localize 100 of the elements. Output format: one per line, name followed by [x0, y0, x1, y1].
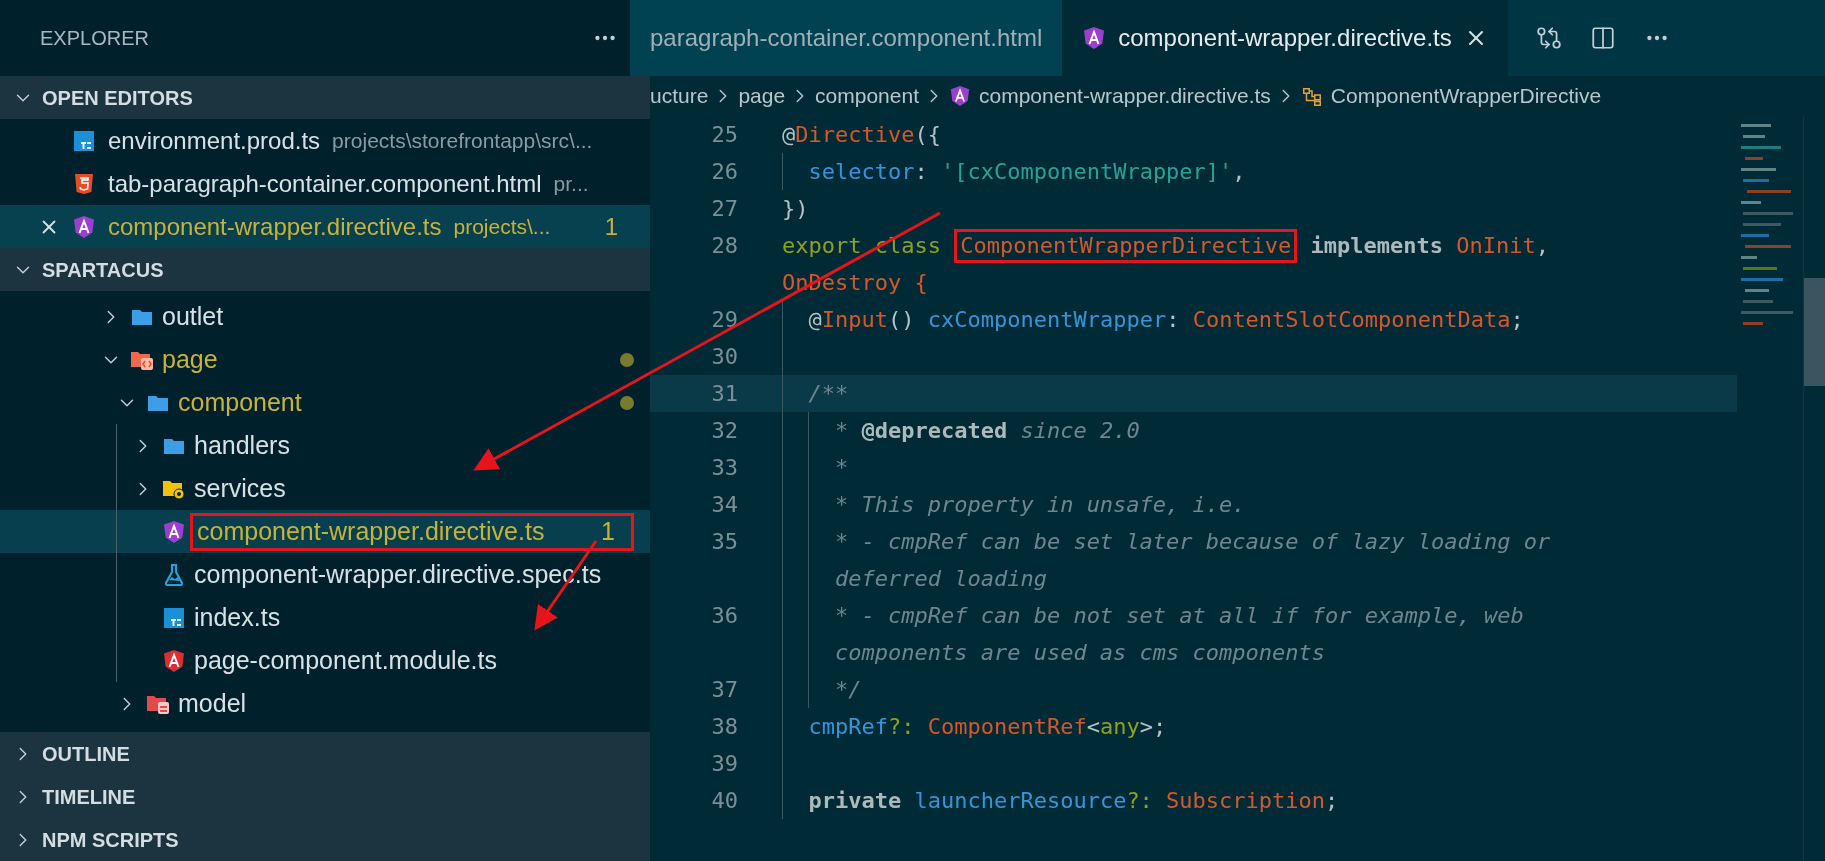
line-number: 32: [711, 418, 738, 443]
code-token: launcherResource: [914, 787, 1127, 815]
section-title: OUTLINE: [42, 741, 130, 767]
compare-icon[interactable]: [1535, 25, 1562, 51]
code-token: ComponentWrapperDirective: [960, 232, 1292, 260]
section-header[interactable]: SPARTACUS: [0, 248, 650, 291]
code-token: ,: [1535, 232, 1549, 260]
code-token: :: [914, 158, 929, 186]
code-token: private: [808, 787, 903, 815]
code-token: ComponentRef: [926, 713, 1087, 741]
file-path: projects\...: [453, 213, 551, 240]
breadcrumb-label: ComponentWrapperDirective: [1330, 83, 1602, 110]
line-number: 38: [711, 714, 738, 739]
section-header[interactable]: OPEN EDITORS: [0, 76, 650, 119]
file-name: handlers: [194, 429, 290, 461]
problem-count: 1: [601, 515, 616, 547]
file-name: component: [178, 386, 302, 418]
tree-item[interactable]: index.ts: [0, 596, 650, 639]
tree-item[interactable]: page: [0, 338, 650, 381]
code-token: Subscription: [1165, 787, 1326, 815]
code-token: @: [808, 306, 822, 334]
breadcrumb-item[interactable]: page: [738, 80, 786, 112]
file-path: pr...: [553, 170, 589, 197]
explorer-title: EXPLORER: [40, 26, 149, 51]
shield-icon: [162, 648, 186, 673]
line-number: 25: [711, 122, 738, 147]
file-name: page-component.module.ts: [194, 644, 497, 676]
file-name: component-wrapper.directive.ts: [197, 515, 545, 547]
editor-tab[interactable]: paragraph-container.component.html: [630, 0, 1063, 76]
file-name: component-wrapper.directive.ts: [108, 211, 442, 242]
section-header[interactable]: OUTLINE: [0, 732, 650, 775]
tree-item[interactable]: model: [0, 682, 650, 725]
line-number: 35: [711, 529, 738, 554]
code-token: ({: [914, 121, 941, 149]
code-token: cxComponentWrapper: [927, 306, 1167, 334]
breadcrumb-label: component-wrapper.directive.ts: [979, 83, 1271, 110]
file-name: services: [194, 472, 286, 504]
code-token: /**: [808, 380, 849, 408]
problem-count: 1: [604, 211, 619, 242]
code-token: >;: [1139, 713, 1167, 741]
code-token: ,: [1232, 158, 1246, 186]
file-name: model: [178, 687, 247, 719]
code-token: selector: [808, 158, 915, 186]
code-token: <: [1086, 713, 1100, 741]
code-token: *: [834, 454, 849, 482]
shield-icon: [1082, 26, 1107, 50]
code-token: * This property in unsafe, i.e.: [834, 491, 1246, 519]
typescript-file-icon: [162, 605, 186, 630]
code-token: '[cxComponentWrapper]': [940, 158, 1233, 186]
class-symbol-icon: [1300, 85, 1323, 107]
code-token: any: [1099, 713, 1140, 741]
line-number: 37: [711, 677, 738, 702]
breadcrumb-item[interactable]: ComponentWrapperDirective: [1300, 80, 1602, 112]
tree-item[interactable]: component: [0, 381, 650, 424]
breadcrumb-item[interactable]: component-wrapper.directive.ts: [949, 80, 1271, 112]
open-editor-item[interactable]: tab-paragraph-container.component.html pr...: [0, 162, 650, 205]
code-token: Input: [821, 306, 888, 334]
split-editor-icon[interactable]: [1589, 25, 1616, 51]
shield-icon: [949, 85, 971, 107]
editor-tab[interactable]: component-wrapper.directive.ts: [1062, 0, 1508, 76]
code-token: deferred loading: [834, 565, 1047, 593]
tab-label: component-wrapper.directive.ts: [1118, 23, 1452, 53]
file-name: environment.prod.ts: [108, 125, 321, 156]
code-token: @: [782, 121, 796, 149]
line-number: 28: [711, 233, 738, 258]
section-header[interactable]: NPM SCRIPTS: [0, 818, 650, 861]
line-number: 34: [711, 492, 738, 517]
line-number: 31: [711, 381, 738, 406]
line-number: 27: [711, 196, 738, 221]
code-token: (): [887, 306, 916, 334]
tree-item[interactable]: outlet: [0, 295, 650, 338]
html-file-icon: [72, 171, 96, 196]
code-token: *: [834, 417, 850, 445]
breadcrumb-item[interactable]: component: [815, 80, 919, 112]
code-token: * - cmpRef can be not set at all if for example, web: [834, 602, 1524, 630]
line-number: 40: [711, 788, 738, 813]
code-token: * - cmpRef can be set later because of lazy loading or: [834, 528, 1551, 556]
tree-item[interactable]: page-component.module.ts: [0, 639, 650, 682]
shield-icon: [162, 519, 186, 544]
code-token: implements: [1309, 232, 1445, 260]
code-token: ?:: [887, 713, 915, 741]
open-editor-item[interactable]: component-wrapper.directive.ts projects\... 1: [0, 205, 650, 248]
open-editor-item[interactable]: environment.prod.ts projects\storefrontapp\src\...: [0, 119, 650, 162]
section-title: TIMELINE: [42, 784, 136, 810]
section-header[interactable]: TIMELINE: [0, 775, 650, 818]
tree-item[interactable]: component-wrapper.directive.ts 1: [0, 510, 650, 553]
code-token: */: [834, 676, 862, 704]
tree-item[interactable]: services: [0, 467, 650, 510]
section-title: NPM SCRIPTS: [42, 827, 179, 853]
file-path: projects\storefrontapp\src\...: [332, 127, 593, 154]
scrollbar-thumb[interactable]: [1804, 278, 1825, 386]
code-token: ;: [1510, 306, 1524, 334]
code-token: cmpRef: [808, 713, 888, 741]
breadcrumb-item[interactable]: ucture: [650, 80, 709, 112]
line-number: 39: [711, 751, 738, 776]
code-token: export class: [782, 232, 942, 260]
code-token: }): [782, 195, 809, 223]
tree-item[interactable]: handlers: [0, 424, 650, 467]
line-number: 33: [711, 455, 738, 480]
section-title: SPARTACUS: [42, 257, 164, 283]
